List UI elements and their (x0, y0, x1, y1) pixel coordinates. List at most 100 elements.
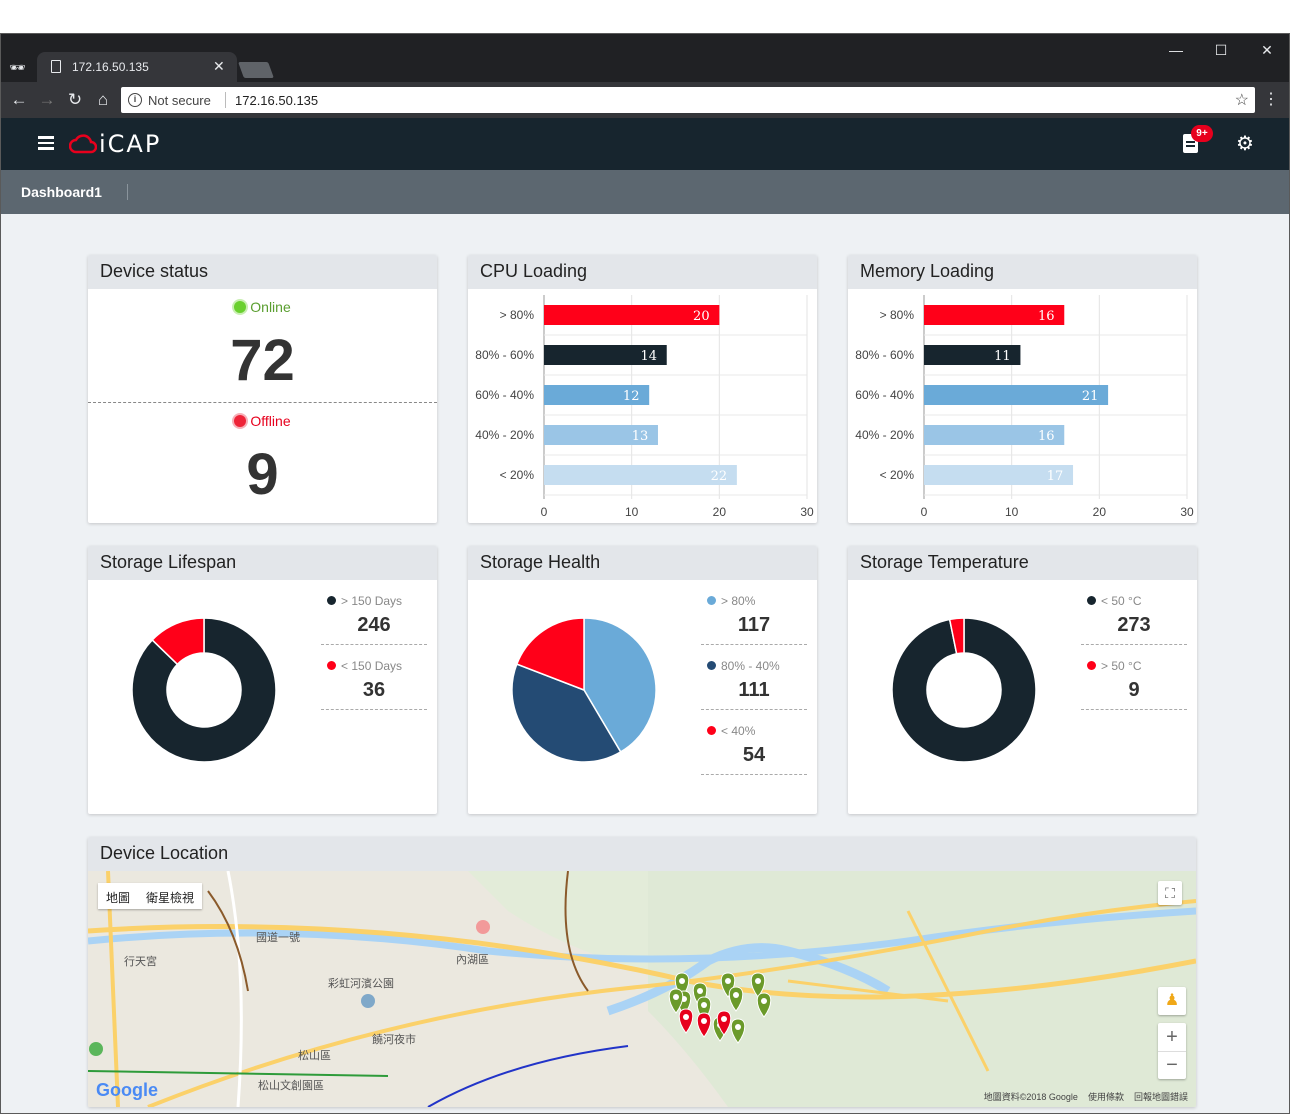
incognito-icon: 🕶 (9, 60, 26, 75)
pin-dot (679, 978, 685, 984)
storage-lifespan-card: Storage Lifespan > 150 Days 246 < 150 Da… (88, 546, 437, 814)
zoom-control: + − (1158, 1023, 1186, 1079)
tab-title: 172.16.50.135 (72, 60, 149, 74)
card-title: Device status (88, 255, 437, 289)
cloud-logo-icon (69, 134, 97, 154)
category-label: > 80% (500, 308, 535, 322)
category-label: < 20% (880, 468, 915, 482)
storage-health-pie (511, 617, 657, 763)
legend-label: > 80% (707, 594, 755, 608)
logo-text: iCAP (99, 130, 162, 158)
hamburger-menu-icon[interactable] (38, 136, 54, 150)
browser-window: 🕶 172.16.50.135 ✕ — ☐ ✕ ← → ↻ ⌂ i Not se… (0, 33, 1290, 1114)
storage-temperature-donut (891, 617, 1037, 763)
offline-text: Offline (250, 413, 291, 429)
icap-logo: iCAP (69, 130, 161, 158)
browser-tab[interactable]: 172.16.50.135 ✕ (37, 52, 237, 82)
health-legend: > 80% 117 80% - 40% 111 < 40% 54 (701, 580, 807, 775)
bar-value-label: 20 (693, 309, 710, 324)
device-status-card: Device status Online 72 Offline 9 (88, 255, 437, 523)
app-header: iCAP 9+ ⚙ (1, 118, 1289, 170)
device-pin-icon (728, 986, 744, 1012)
map-type-satellite[interactable]: 衛星檢視 (138, 883, 202, 909)
home-icon[interactable]: ⌂ (93, 90, 113, 110)
attribution-text: 地圖資料©2018 Google (983, 1092, 1078, 1102)
lifespan-legend: > 150 Days 246 < 150 Days 36 (321, 580, 427, 710)
map-attribution: 地圖資料©2018 Google 使用條款 回報地圖錯誤 (984, 1090, 1188, 1103)
menu-kebab-icon[interactable]: ⋮ (1263, 89, 1279, 109)
status-divider (88, 402, 437, 403)
legend-dot-icon (707, 661, 716, 670)
forward-icon[interactable]: → (37, 90, 57, 110)
bookmark-star-icon[interactable]: ☆ (1235, 90, 1249, 110)
dashboard-tab-bar: Dashboard1 (1, 170, 1289, 214)
legend-dot-icon (1087, 661, 1096, 670)
device-pin-icon (678, 1008, 694, 1034)
card-title: Device Location (88, 837, 1196, 871)
pin-shape (730, 1018, 746, 1044)
pin-dot (733, 992, 739, 998)
gear-icon[interactable]: ⚙ (1236, 131, 1254, 156)
pin-dot (735, 1024, 741, 1030)
bar-value-label: 14 (640, 349, 657, 364)
maximize-icon[interactable]: ☐ (1211, 42, 1231, 58)
storage-health-card: Storage Health > 80% 117 80% - 40% 111 <… (468, 546, 817, 814)
x-tick-label: 10 (1005, 505, 1019, 519)
online-label: Online (88, 299, 437, 315)
new-tab-button[interactable] (238, 62, 274, 78)
card-title: Storage Lifespan (88, 546, 437, 580)
legend-label-text: < 50 °C (1101, 594, 1142, 608)
back-icon[interactable]: ← (9, 90, 29, 110)
legend-label: < 50 °C (1087, 594, 1142, 608)
legend-value: 36 (362, 679, 386, 701)
x-tick-label: 20 (1093, 505, 1107, 519)
url-text[interactable]: 172.16.50.135 (235, 93, 318, 108)
storage-temperature-card: Storage Temperature < 50 °C 273 > 50 °C … (848, 546, 1197, 814)
legend-value: 54 (742, 744, 766, 766)
tab-dashboard1[interactable]: Dashboard1 (21, 184, 102, 200)
legend-label-text: > 150 Days (341, 594, 403, 608)
legend-item: > 150 Days 246 (321, 580, 427, 645)
legend-dot-icon (327, 661, 336, 670)
temperature-legend: < 50 °C 273 > 50 °C 9 (1081, 580, 1187, 710)
x-tick-label: 30 (1180, 505, 1194, 519)
tab-divider (127, 184, 128, 200)
x-tick-label: 20 (713, 505, 727, 519)
pin-shape (678, 1008, 694, 1034)
legend-value: 246 (357, 614, 391, 636)
offline-dot-icon (234, 415, 247, 427)
address-bar[interactable]: i Not secure 172.16.50.135 ☆ (121, 87, 1255, 113)
legend-item: < 150 Days 36 (321, 645, 427, 710)
zoom-in-icon[interactable]: + (1158, 1023, 1186, 1051)
reload-icon[interactable]: ↻ (65, 90, 85, 110)
fullscreen-icon[interactable]: ⛶ (1158, 881, 1182, 905)
report-error-link[interactable]: 回報地圖錯誤 (1134, 1092, 1188, 1102)
bar-value-label: 16 (1038, 309, 1055, 324)
minimize-icon[interactable]: — (1166, 42, 1186, 58)
category-label: > 80% (880, 308, 915, 322)
legend-label: > 150 Days (327, 594, 402, 608)
legend-value: 273 (1117, 614, 1151, 636)
info-icon[interactable]: i (128, 93, 142, 107)
tab-close-icon[interactable]: ✕ (213, 58, 225, 75)
legend-label-text: > 50 °C (1101, 659, 1142, 673)
bar-value-label: 17 (1047, 469, 1064, 484)
device-map[interactable]: 行天宮 彩虹河濱公園 內湖區 饒河夜市 松山區 松山文創園區 國道一號 地圖 衛… (88, 871, 1196, 1107)
legend-label-text: < 150 Days (341, 659, 403, 673)
legend-dot-icon (707, 596, 716, 605)
zoom-out-icon[interactable]: − (1158, 1051, 1186, 1079)
offline-count: 9 (246, 442, 279, 507)
close-window-icon[interactable]: ✕ (1257, 42, 1277, 58)
cpu-loading-chart: 0 10 20 30 > 80% 20 80% - 60% 14 60% - 40% 12 40% … (475, 295, 814, 519)
category-label: 80% - 60% (475, 348, 534, 362)
file-icon (51, 60, 61, 73)
terms-link[interactable]: 使用條款 (1088, 1092, 1124, 1102)
title-bar: 🕶 172.16.50.135 ✕ — ☐ ✕ (1, 34, 1289, 82)
card-title: CPU Loading (468, 255, 817, 289)
bar-value-label: 12 (623, 389, 640, 404)
card-title: Memory Loading (848, 255, 1197, 289)
map-type-map[interactable]: 地圖 (98, 883, 138, 909)
street-view-pegman-icon[interactable]: ♟ (1158, 987, 1186, 1015)
memory-loading-chart: 0 10 20 30 > 80% 16 80% - 60% 11 60% - 40% 21 40% … (855, 295, 1194, 519)
legend-value: 117 (737, 614, 771, 636)
